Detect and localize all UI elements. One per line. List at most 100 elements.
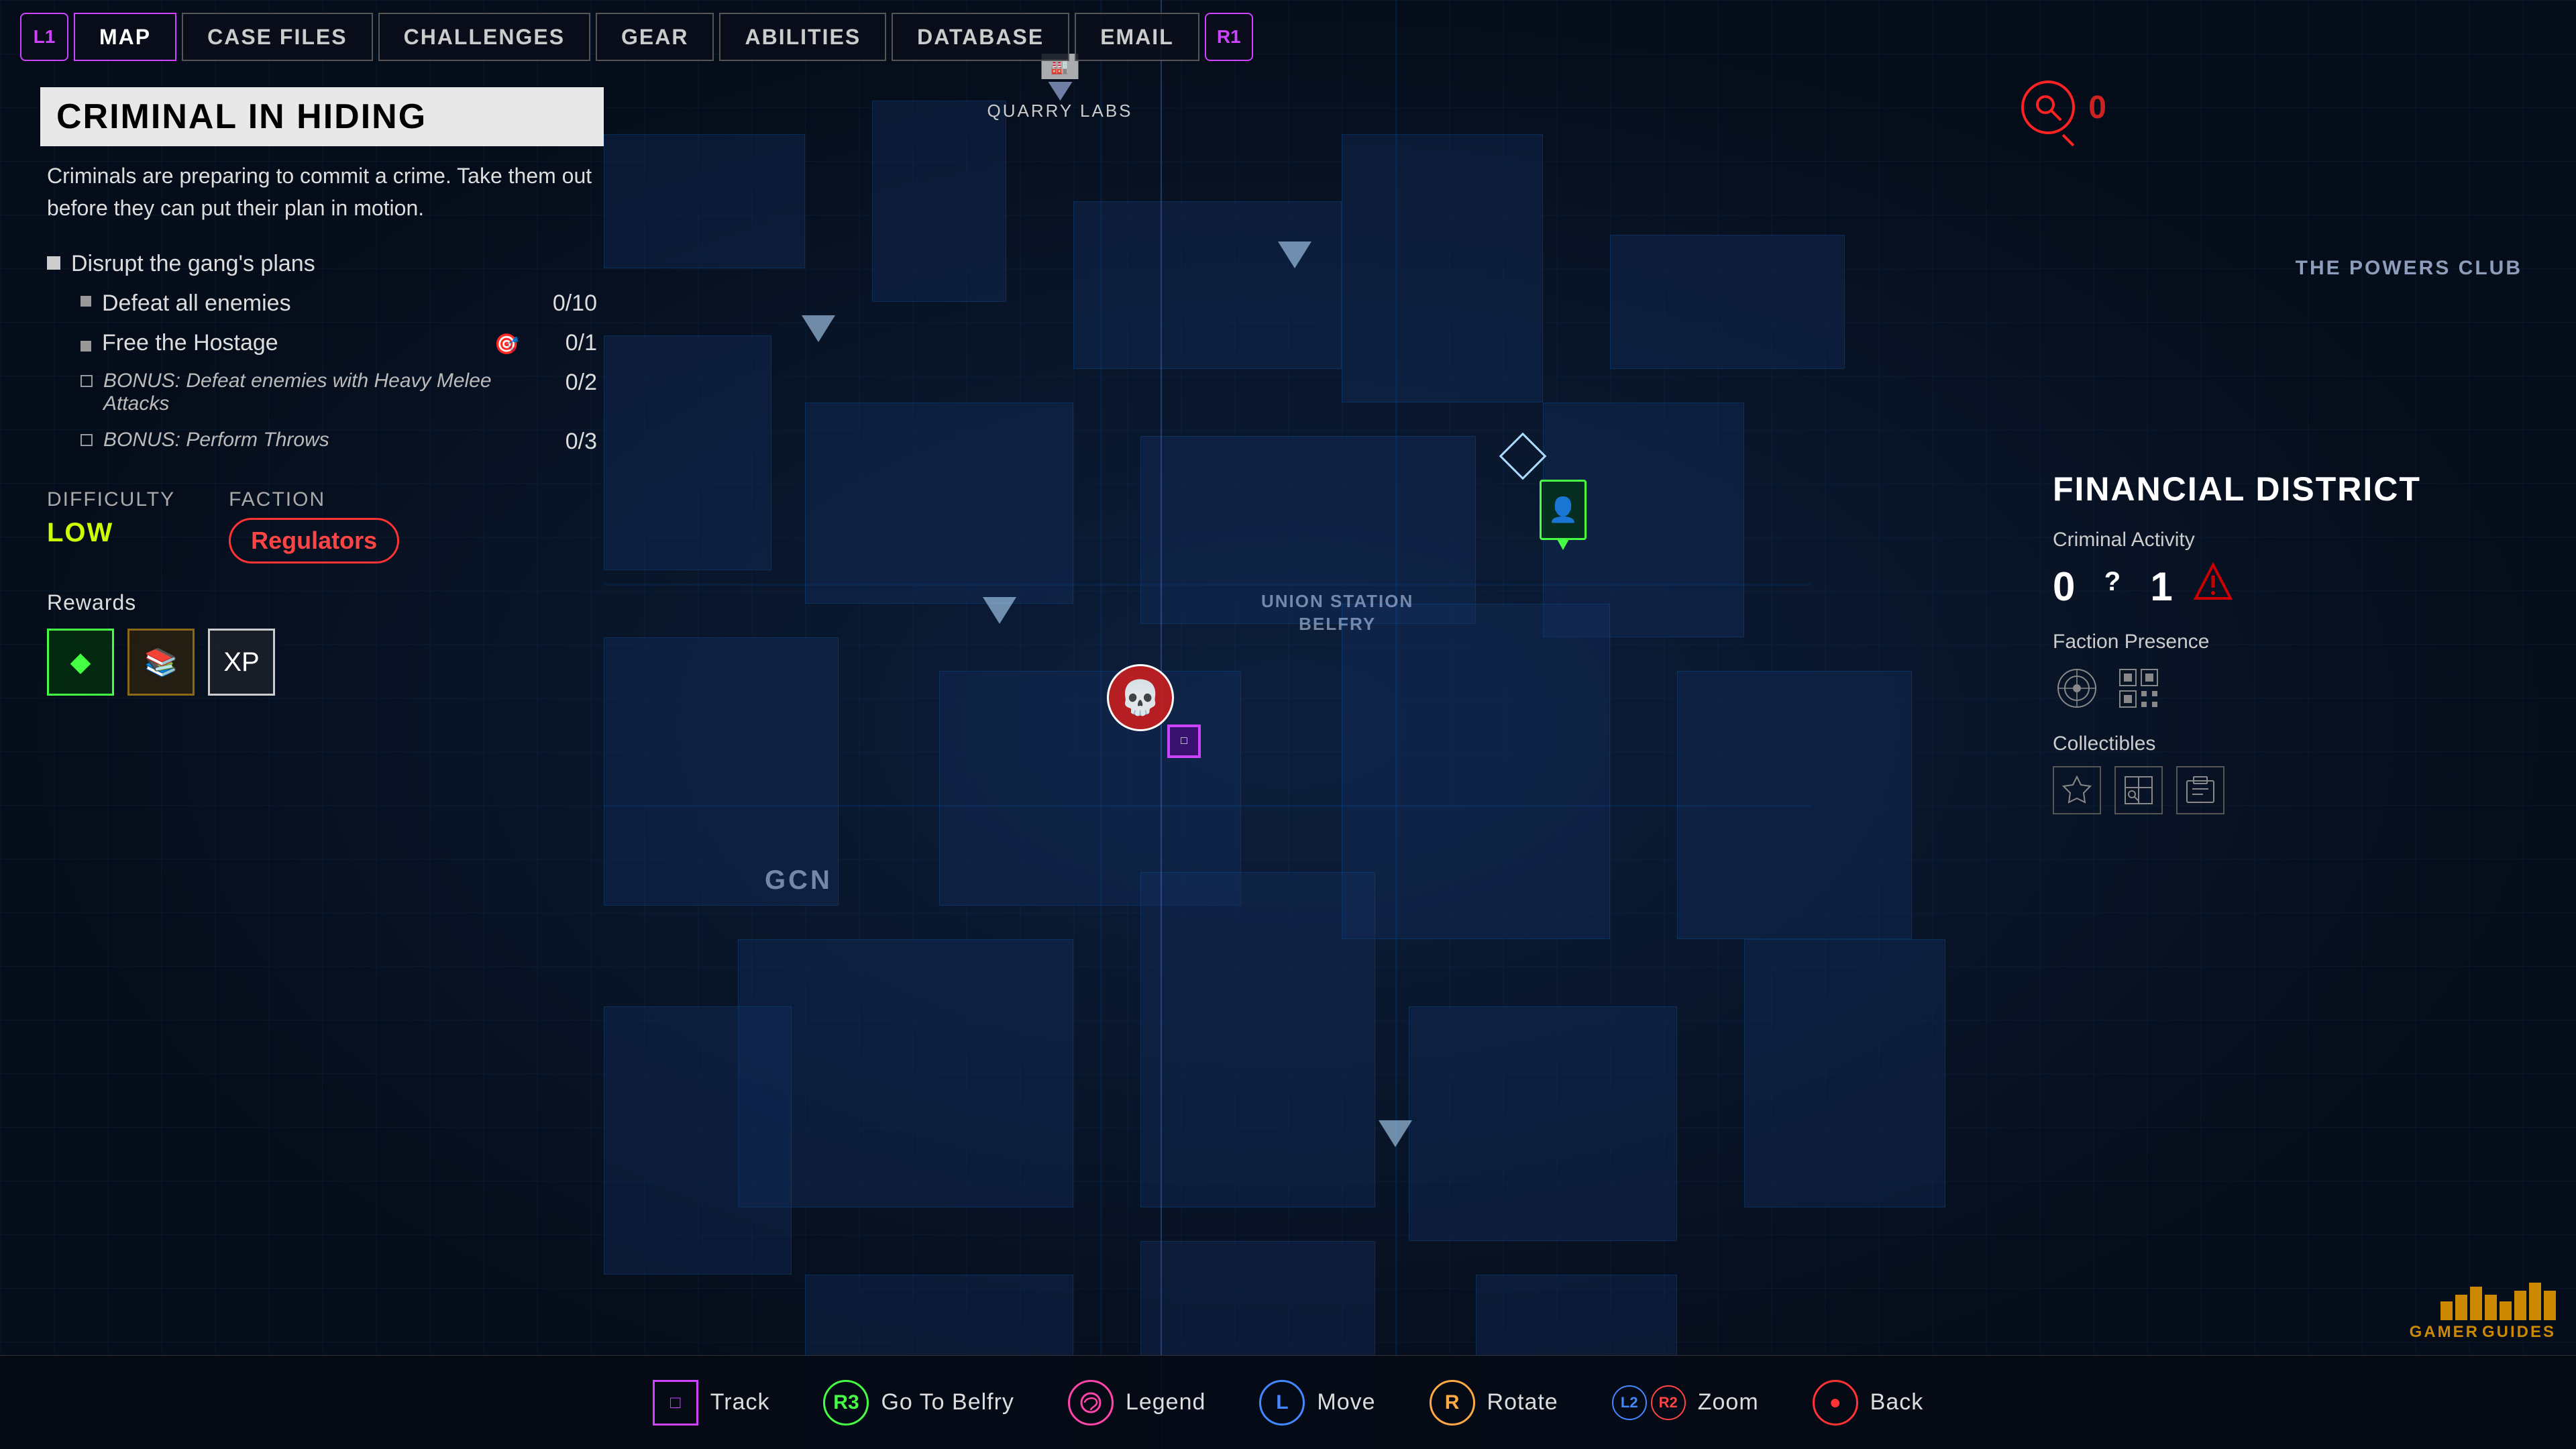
player-marker: 💀 □: [1107, 664, 1174, 731]
objective-bonus-2: BONUS: Perform Throws 0/3: [80, 429, 597, 455]
nav-abilities-button[interactable]: ABILITIES: [719, 13, 886, 61]
map-diamond-marker: [1506, 439, 1540, 473]
gcn-label: GCN: [765, 865, 833, 896]
obj-bullet-bonus1: [80, 375, 93, 387]
obj-main-text: Disrupt the gang's plans: [71, 251, 597, 277]
criminal-icon-alert: [2193, 562, 2233, 610]
rotate-label: Rotate: [1487, 1389, 1558, 1415]
action-rotate[interactable]: R Rotate: [1430, 1380, 1558, 1426]
action-legend[interactable]: Legend: [1068, 1380, 1205, 1426]
collectibles-icons-row: [2053, 766, 2536, 814]
objective-sub-1: Defeat all enemies 0/10: [80, 290, 597, 317]
faction-icons-row: [2053, 664, 2536, 712]
search-count: 0: [2088, 89, 2106, 126]
location-icon: 👤: [1540, 480, 1587, 540]
difficulty-value: LOW: [47, 518, 175, 548]
back-label: Back: [1870, 1389, 1924, 1415]
bottom-action-bar: □ Track R3 Go To Belfry Legend L Move R …: [0, 1355, 2576, 1449]
nav-database-button[interactable]: DATABASE: [892, 13, 1069, 61]
nav-email-button[interactable]: EMAIL: [1075, 13, 1199, 61]
map-location-marker: 👤: [1540, 480, 1587, 540]
zoom-l2-button[interactable]: L2: [1612, 1385, 1647, 1420]
criminal-activity-label: Criminal Activity: [2053, 529, 2536, 551]
action-back[interactable]: ● Back: [1813, 1380, 1924, 1426]
goto-belfry-label: Go To Belfry: [881, 1389, 1014, 1415]
obj-sub2-count: 0/1: [530, 330, 597, 356]
nav-gear-button[interactable]: GEAR: [596, 13, 714, 61]
reward-icon-1: ◆: [47, 629, 114, 696]
watermark-bars: [2440, 1283, 2556, 1320]
player-skull: 💀: [1107, 664, 1174, 731]
collectible-icon-3: [2176, 766, 2224, 814]
move-label: Move: [1317, 1389, 1375, 1415]
legend-button-icon[interactable]: [1068, 1380, 1114, 1426]
search-icon[interactable]: [2021, 80, 2075, 134]
wm-bar-7: [2529, 1283, 2541, 1320]
criminal-count-2: 1: [2150, 564, 2172, 610]
criminal-icon-question: ?: [2095, 565, 2130, 608]
reward-icon-2: 📚: [127, 629, 195, 696]
obj-bullet-main: [47, 256, 60, 270]
objective-sub-2: Free the Hostage 🎯 0/1: [80, 330, 597, 356]
meta-row: DIFFICULTY LOW FACTION Regulators: [40, 488, 604, 564]
obj-sub2-text: Free the Hostage: [102, 330, 484, 356]
criminal-count-1: 0: [2053, 564, 2075, 610]
reward-icon-xp: XP: [208, 629, 275, 696]
wm-bar-3: [2470, 1287, 2482, 1320]
wm-bar-4: [2485, 1295, 2497, 1320]
rotate-button-icon[interactable]: R: [1430, 1380, 1475, 1426]
collectible-icon-1: [2053, 766, 2101, 814]
nav-case-files-button[interactable]: CASE FILES: [182, 13, 372, 61]
nav-challenges-button[interactable]: CHALLENGES: [378, 13, 590, 61]
faction-presence-label: Faction Presence: [2053, 631, 2536, 653]
map-marker-4: [1379, 1120, 1412, 1147]
district-title: FINANCIAL DISTRICT: [2053, 470, 2536, 508]
svg-text:?: ?: [2104, 567, 2121, 596]
union-station-label: UNION STATIONBELFRY: [1261, 590, 1413, 636]
nav-map-button[interactable]: MAP: [74, 13, 176, 61]
faction-badge: Regulators: [229, 518, 399, 564]
watermark-text-1: GAMER: [2410, 1323, 2479, 1342]
action-move[interactable]: L Move: [1259, 1380, 1375, 1426]
track-button-icon[interactable]: □: [653, 1380, 698, 1426]
back-button-icon[interactable]: ●: [1813, 1380, 1858, 1426]
objective-bonus-1: BONUS: Defeat enemies with Heavy Melee A…: [80, 370, 597, 415]
district-panel: FINANCIAL DISTRICT Criminal Activity 0 ?…: [2053, 470, 2536, 835]
obj-sub1-text: Defeat all enemies: [102, 290, 519, 317]
obj-bullet-sub2: [80, 341, 91, 352]
hostage-icon: 🎯: [494, 333, 519, 356]
wm-bar-5: [2500, 1301, 2512, 1320]
faction-icon-2: [2114, 664, 2163, 712]
panel-title: CRIMINAL IN HIDING: [40, 87, 604, 146]
wm-bar-2: [2455, 1295, 2467, 1320]
faction-label: FACTION: [229, 488, 399, 511]
wm-bar-6: [2514, 1291, 2526, 1320]
map-marker-1: [802, 315, 835, 342]
zoom-button-pair: L2 R2: [1612, 1385, 1686, 1420]
action-zoom[interactable]: L2 R2 Zoom: [1612, 1385, 1759, 1420]
zoom-r2-button[interactable]: R2: [1651, 1385, 1686, 1420]
nav-r1-button[interactable]: R1: [1205, 13, 1253, 61]
objectives-list: Disrupt the gang's plans Defeat all enem…: [40, 251, 604, 455]
obj-bullet-sub1: [80, 296, 91, 307]
collectibles-label: Collectibles: [2053, 733, 2536, 755]
action-track[interactable]: □ Track: [653, 1380, 770, 1426]
watermark-text-2: GUIDES: [2482, 1323, 2556, 1342]
action-goto-belfry[interactable]: R3 Go To Belfry: [823, 1380, 1014, 1426]
quartz-text: QUARRY LABS: [987, 101, 1132, 121]
zoom-label: Zoom: [1698, 1389, 1759, 1415]
track-label: Track: [710, 1389, 770, 1415]
criminal-activity-row: 0 ? 1: [2053, 562, 2536, 610]
rewards-label: Rewards: [47, 590, 597, 615]
obj-sub1-count: 0/10: [530, 290, 597, 317]
faction-group: FACTION Regulators: [229, 488, 399, 564]
move-button-icon[interactable]: L: [1259, 1380, 1305, 1426]
difficulty-label: DIFFICULTY: [47, 488, 175, 511]
goto-belfry-button-icon[interactable]: R3: [823, 1380, 869, 1426]
faction-icon-1: [2053, 664, 2101, 712]
nav-l1-button[interactable]: L1: [20, 13, 68, 61]
rewards-icons: ◆ 📚 XP: [47, 629, 597, 696]
objective-main: Disrupt the gang's plans: [47, 251, 597, 277]
rewards-section: Rewards ◆ 📚 XP: [40, 590, 604, 696]
map-marker-2: [1278, 241, 1311, 268]
